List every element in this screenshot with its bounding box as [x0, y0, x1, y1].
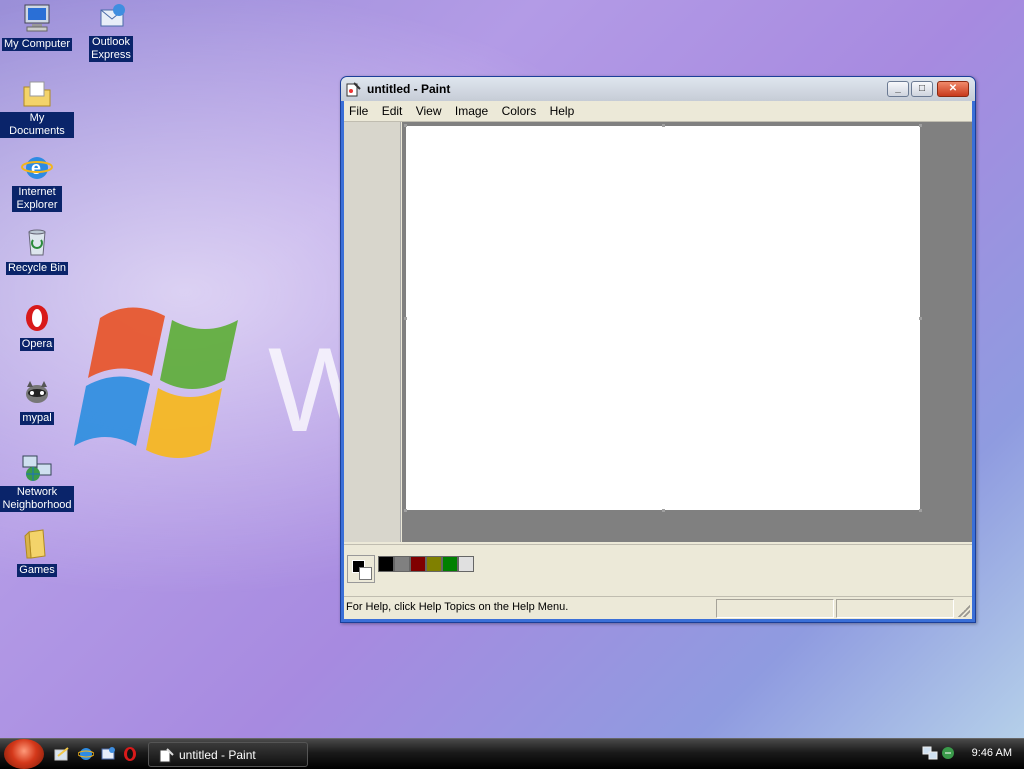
- desktop-icon-label: My Documents: [0, 112, 74, 138]
- menu-edit[interactable]: Edit: [377, 101, 408, 121]
- desktop-icon-mypal[interactable]: mypal: [0, 376, 74, 425]
- menu-view[interactable]: View: [411, 101, 447, 121]
- status-pane-size: [836, 599, 954, 618]
- canvas-workspace: [402, 122, 972, 542]
- internet-explorer-icon: e: [21, 152, 53, 184]
- network-tray-icon[interactable]: [922, 745, 938, 761]
- resize-handle-bottom-right[interactable]: [919, 509, 922, 512]
- maximize-button[interactable]: □: [911, 81, 933, 97]
- desktop-icon-my-documents[interactable]: My Documents: [0, 78, 74, 138]
- network-neighborhood-icon: [21, 452, 53, 484]
- mypal-icon: [21, 376, 53, 408]
- games-folder-icon: [21, 528, 53, 560]
- desktop-icon-label: Games: [17, 564, 57, 577]
- status-bar: For Help, click Help Topics on the Help …: [344, 596, 972, 619]
- resize-handle-top-left: [404, 124, 407, 127]
- status-pane-coords: [716, 599, 834, 618]
- tool-box[interactable]: [344, 122, 401, 542]
- opera-icon: [21, 302, 53, 334]
- recycle-bin-icon: [21, 226, 53, 258]
- desktop-icon-label: Recycle Bin: [5, 262, 69, 275]
- volume-tray-icon[interactable]: [940, 745, 956, 761]
- desktop-icon-label: My Computer: [1, 38, 73, 51]
- palette-swatch[interactable]: [442, 556, 458, 572]
- taskbar: untitled - Paint 9:46 AM: [0, 738, 1024, 769]
- resize-handle-right[interactable]: [919, 317, 922, 320]
- resize-handle-left: [404, 317, 407, 320]
- menu-image[interactable]: Image: [450, 101, 493, 121]
- resize-handle-top: [662, 124, 665, 127]
- menu-file[interactable]: File: [344, 101, 373, 121]
- desktop-icon-label: Outlook Express: [89, 36, 133, 62]
- outlook-express-icon: [95, 2, 127, 34]
- palette-swatch[interactable]: [378, 556, 394, 572]
- desktop-icon-network-neighborhood[interactable]: Network Neighborhood: [0, 452, 74, 512]
- my-computer-icon: [21, 2, 53, 34]
- desktop-icon-outlook-express[interactable]: Outlook Express: [74, 2, 148, 62]
- desktop-icon-label: mypal: [20, 412, 54, 425]
- palette-swatch[interactable]: [426, 556, 442, 572]
- paint-app-icon: [159, 748, 174, 763]
- paint-client-area: File Edit View Image Colors Help For Hel…: [344, 101, 972, 619]
- desktop-icon-label: Opera: [19, 338, 55, 351]
- drawing-canvas[interactable]: [404, 124, 922, 512]
- desktop-icon-label: Network Neighborhood: [0, 486, 74, 512]
- close-button[interactable]: ✕: [937, 81, 969, 97]
- current-colors: [347, 555, 375, 583]
- resize-handle-bottom-left: [404, 509, 407, 512]
- desktop-icon-my-computer[interactable]: My Computer: [0, 2, 74, 51]
- minimize-button[interactable]: _: [887, 81, 909, 97]
- desktop-icon-opera[interactable]: Opera: [0, 302, 74, 351]
- color-box: [344, 544, 972, 593]
- menu-bar: File Edit View Image Colors Help: [344, 101, 972, 122]
- menu-help[interactable]: Help: [545, 101, 580, 121]
- palette-swatch[interactable]: [458, 556, 474, 572]
- clock[interactable]: 9:46 AM: [972, 747, 1012, 759]
- show-desktop-icon[interactable]: [54, 746, 70, 762]
- resize-grip[interactable]: [958, 605, 970, 617]
- status-help-text: For Help, click Help Topics on the Help …: [346, 601, 569, 613]
- resize-handle-top-right: [919, 124, 922, 127]
- system-tray: 9:46 AM: [922, 739, 1024, 769]
- paint-app-icon: [346, 82, 361, 97]
- palette-swatch[interactable]: [394, 556, 410, 572]
- resize-handle-bottom[interactable]: [662, 509, 665, 512]
- window-title: untitled - Paint: [367, 82, 451, 96]
- svg-text:e: e: [31, 158, 41, 178]
- taskbar-item-paint[interactable]: untitled - Paint: [148, 742, 308, 767]
- taskbar-item-label: untitled - Paint: [179, 748, 256, 762]
- outlook-express-icon[interactable]: [100, 746, 116, 762]
- background-color: [359, 567, 372, 580]
- desktop-icon-recycle-bin[interactable]: Recycle Bin: [0, 226, 74, 275]
- desktop-icon-games[interactable]: Games: [0, 528, 74, 577]
- windows-logo-wallpaper: [74, 307, 238, 458]
- menu-colors[interactable]: Colors: [497, 101, 542, 121]
- paint-titlebar[interactable]: untitled - Paint _ □ ✕: [341, 77, 975, 101]
- opera-icon[interactable]: [122, 746, 138, 762]
- my-documents-icon: [21, 78, 53, 110]
- desktop-icon-internet-explorer[interactable]: e Internet Explorer: [0, 152, 74, 212]
- palette-swatch[interactable]: [410, 556, 426, 572]
- paint-window[interactable]: untitled - Paint _ □ ✕ File Edit View Im…: [340, 76, 976, 623]
- desktop-icon-label: Internet Explorer: [12, 186, 62, 212]
- internet-explorer-icon[interactable]: [78, 746, 94, 762]
- start-button[interactable]: [4, 739, 44, 769]
